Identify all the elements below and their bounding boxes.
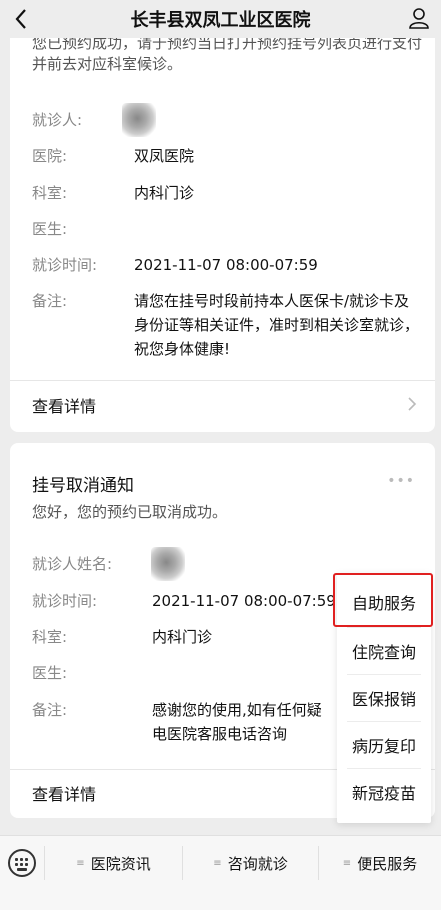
remark-row: 备注: 请您在挂号时段前持本人医保卡/就诊卡及身份证等相关证件，准时到相关诊室就… bbox=[32, 289, 419, 358]
visit-time-label: 就诊时间: bbox=[32, 592, 98, 610]
visit-time-label: 就诊时间: bbox=[32, 256, 98, 274]
patient-avatar bbox=[151, 547, 185, 581]
menu-icon: ≡ bbox=[213, 857, 222, 869]
appointment-notice: 您已预约成功，请于预约当日打开预约挂号列表页进行支付并前去对应科室候诊。 bbox=[32, 34, 423, 73]
remark-label: 备注: bbox=[32, 292, 68, 310]
card-title: 挂号取消通知 bbox=[32, 476, 134, 496]
patient-label: 就诊人: bbox=[32, 111, 83, 129]
menu-item-covid-vaccine[interactable]: 新冠疫苗 bbox=[337, 768, 431, 815]
tab-label: 便民服务 bbox=[357, 854, 418, 873]
department-row: 科室: 内科门诊 bbox=[32, 181, 419, 205]
cancellation-notice: 您好，您的预约已取消成功。 bbox=[32, 503, 228, 521]
hospital-label: 医院: bbox=[32, 147, 68, 165]
view-details-link[interactable]: 查看详情 bbox=[32, 393, 96, 417]
visit-time-row: 就诊时间: 2021-11-07 08:00-07:59 bbox=[32, 253, 419, 277]
tab-convenience-services[interactable]: ≡ 便民服务 bbox=[319, 836, 441, 890]
card-divider bbox=[10, 380, 435, 381]
menu-item-self-service[interactable]: 自助服务 bbox=[337, 578, 431, 625]
page-title: 长丰县双凤工业区医院 bbox=[130, 10, 311, 31]
hospital-row: 医院: 双凤医院 bbox=[32, 144, 419, 168]
remark-value: 请您在挂号时段前持本人医保卡/就诊卡及身份证等相关证件，准时到相关诊室就诊，祝您… bbox=[134, 292, 420, 358]
department-label: 科室: bbox=[32, 184, 68, 202]
patient-row: 就诊人: bbox=[32, 108, 419, 132]
service-popup-menu: 自助服务 住院查询 医保报销 病历复印 新冠疫苗 bbox=[333, 573, 433, 823]
remark-label: 备注: bbox=[32, 701, 68, 719]
menu-item-insurance-reimbursement[interactable]: 医保报销 bbox=[337, 674, 431, 721]
department-value: 内科门诊 bbox=[152, 628, 213, 646]
visit-time-value: 2021-11-07 08:00-07:59 bbox=[152, 592, 336, 610]
view-details-link[interactable]: 查看详情 bbox=[32, 781, 96, 805]
hospital-value: 双凤医院 bbox=[134, 147, 195, 165]
menu-item-inpatient-query[interactable]: 住院查询 bbox=[337, 627, 431, 674]
remark-value: 感谢您的使用,如有任何疑电医院客服电话咨询 bbox=[152, 701, 322, 743]
menu-item-record-copy[interactable]: 病历复印 bbox=[337, 721, 431, 768]
appointment-success-card: 您已预约成功，请于预约当日打开预约挂号列表页进行支付并前去对应科室候诊。 就诊人… bbox=[10, 25, 435, 432]
nav-header: 长丰县双凤工业区医院 bbox=[0, 0, 441, 38]
department-value: 内科门诊 bbox=[134, 184, 195, 202]
doctor-label: 医生: bbox=[32, 220, 68, 238]
tab-label: 医院资讯 bbox=[90, 854, 151, 873]
department-label: 科室: bbox=[32, 628, 68, 646]
tab-hospital-news[interactable]: ≡ 医院资讯 bbox=[45, 836, 182, 890]
visit-time-value: 2021-11-07 08:00-07:59 bbox=[134, 256, 318, 274]
menu-icon: ≡ bbox=[342, 857, 352, 869]
doctor-row: 医生: bbox=[32, 217, 419, 241]
bottom-menu-bar: ≡ 医院资讯 ≡ 咨询就诊 ≡ 便民服务 bbox=[0, 835, 441, 910]
patient-name-label: 就诊人姓名: bbox=[32, 555, 113, 573]
patient-avatar bbox=[122, 103, 156, 137]
more-icon[interactable]: ••• bbox=[387, 473, 415, 489]
doctor-label: 医生: bbox=[32, 664, 68, 682]
chevron-right-icon[interactable] bbox=[407, 396, 417, 412]
tab-consultation[interactable]: ≡ 咨询就诊 bbox=[183, 836, 318, 890]
keyboard-icon[interactable] bbox=[8, 849, 36, 877]
tab-label: 咨询就诊 bbox=[227, 854, 288, 873]
user-icon[interactable] bbox=[407, 6, 431, 30]
back-arrow-icon[interactable] bbox=[10, 6, 34, 32]
menu-icon: ≡ bbox=[76, 857, 85, 869]
